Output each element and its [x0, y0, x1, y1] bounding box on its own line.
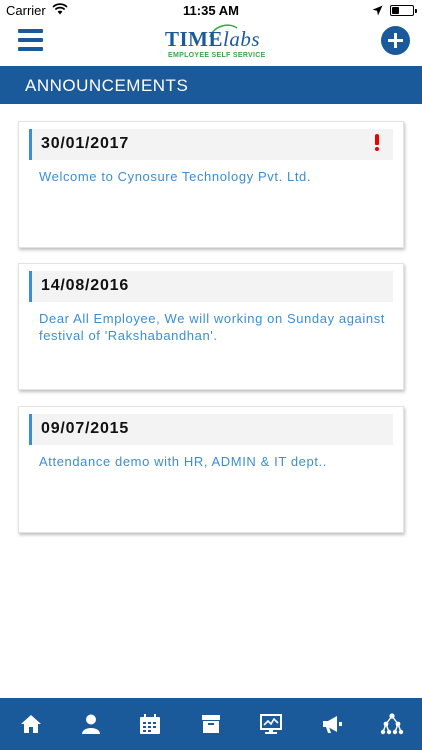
- tab-attendance[interactable]: [138, 712, 162, 736]
- menu-line-icon: [18, 38, 43, 42]
- page-title: ANNOUNCEMENTS: [25, 76, 189, 95]
- announcement-date-bar: 30/01/2017: [29, 129, 393, 160]
- announcement-card[interactable]: 14/08/2016 Dear All Employee, We will wo…: [18, 263, 404, 390]
- menu-line-icon: [18, 29, 43, 33]
- announcement-card[interactable]: 09/07/2015 Attendance demo with HR, ADMI…: [18, 406, 404, 533]
- section-header: ANNOUNCEMENTS: [0, 66, 422, 104]
- menu-button[interactable]: [18, 29, 43, 51]
- profile-icon: [82, 714, 100, 734]
- logo-wordmark: TIMElabs: [165, 27, 261, 51]
- nav-bar: TIMElabs EMPLOYEE SELF SERVICE: [0, 22, 422, 66]
- tab-home[interactable]: [19, 712, 43, 736]
- hierarchy-icon: [380, 713, 404, 735]
- menu-line-icon: [18, 47, 43, 51]
- monitor-icon: [260, 714, 282, 734]
- logo-tagline: EMPLOYEE SELF SERVICE: [168, 52, 266, 59]
- tab-organization[interactable]: [380, 712, 404, 736]
- tab-profile[interactable]: [79, 712, 103, 736]
- announcement-message: Attendance demo with HR, ADMIN & IT dept…: [39, 454, 327, 469]
- announcement-date: 14/08/2016: [41, 277, 130, 294]
- battery-level: [392, 7, 399, 14]
- announcement-date-bar: 14/08/2016: [29, 271, 393, 302]
- location-icon: [372, 4, 383, 19]
- announcement-message: Welcome to Cynosure Technology Pvt. Ltd.: [39, 169, 312, 184]
- archive-icon: [202, 715, 220, 733]
- tab-dashboard[interactable]: [259, 712, 283, 736]
- announcement-date: 09/07/2015: [41, 420, 130, 437]
- announcement-card[interactable]: 30/01/2017 Welcome to Cynosure Technolog…: [18, 121, 404, 248]
- clock: 11:35 AM: [183, 3, 239, 18]
- home-icon: [21, 715, 41, 733]
- megaphone-icon: [323, 716, 342, 733]
- important-icon: [373, 134, 381, 152]
- status-bar: Carrier 11:35 AM: [0, 0, 422, 22]
- calendar-icon: [140, 714, 160, 734]
- announcement-date-bar: 09/07/2015: [29, 414, 393, 445]
- battery-icon: [390, 5, 417, 16]
- announcement-date: 30/01/2017: [41, 135, 130, 152]
- tab-bar: [0, 698, 422, 750]
- tab-announcements[interactable]: [320, 712, 344, 736]
- announcement-message: Dear All Employee, We will working on Su…: [39, 311, 386, 343]
- tab-archive[interactable]: [199, 712, 223, 736]
- timelabs-logo: TIMElabs EMPLOYEE SELF SERVICE: [165, 24, 265, 64]
- add-announcement-button[interactable]: [381, 26, 410, 55]
